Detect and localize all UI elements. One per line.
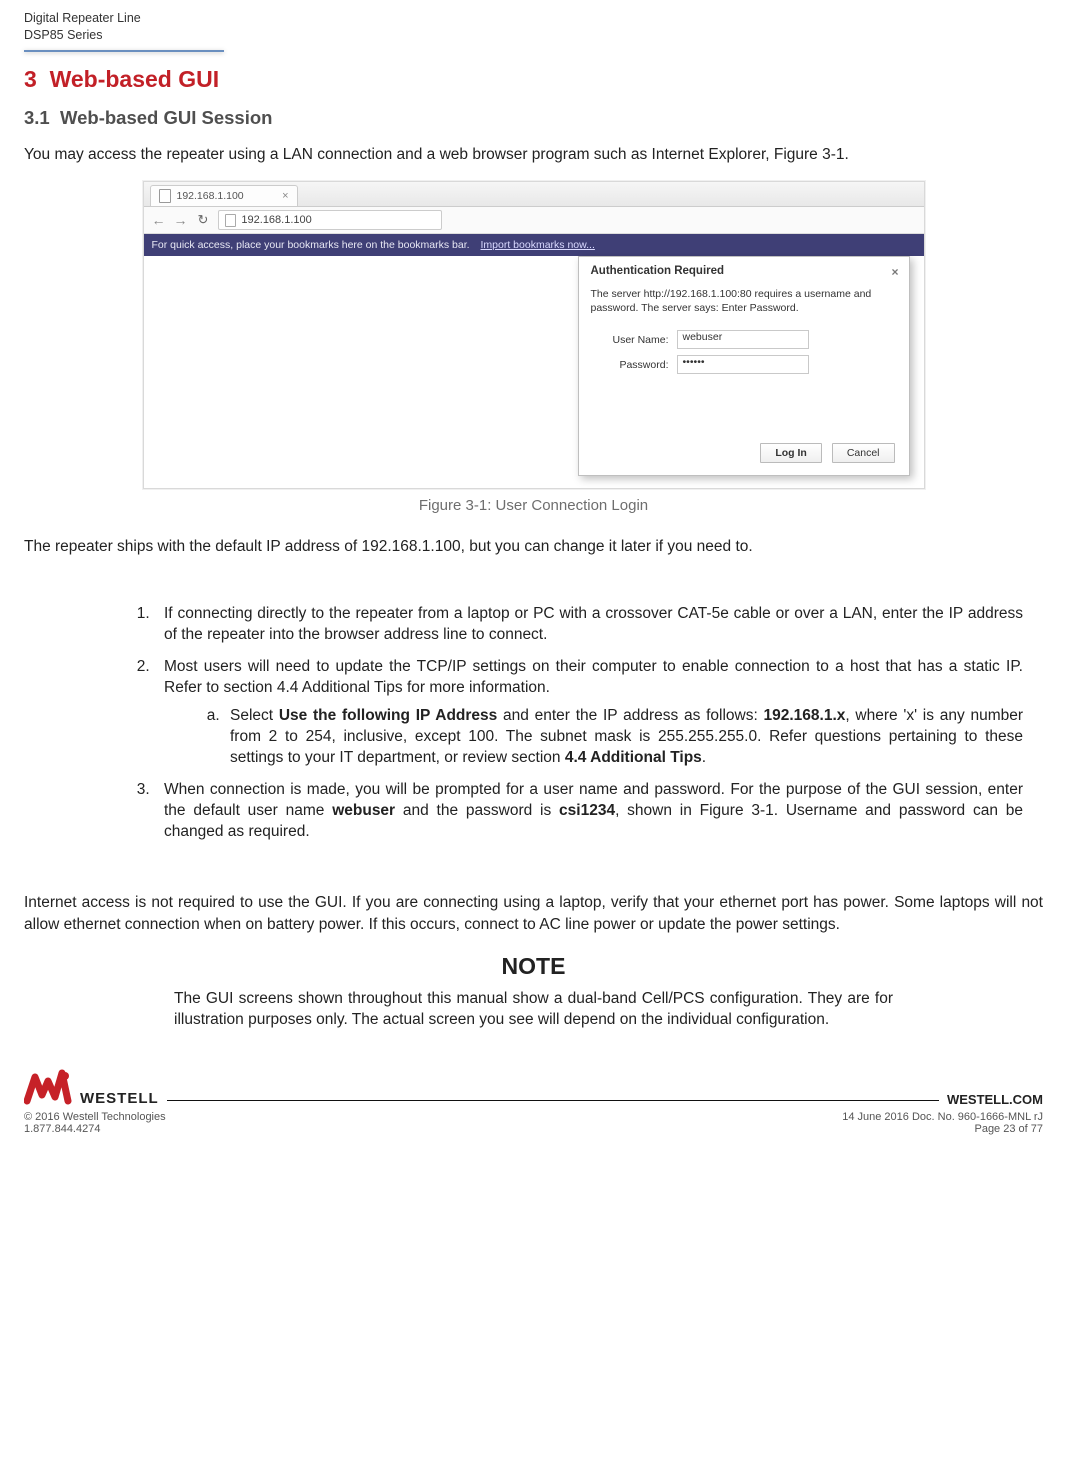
default-ip-paragraph: The repeater ships with the default IP a… [24, 536, 1043, 557]
westell-logo-icon [24, 1067, 78, 1109]
step-2-text: Most users will need to update the TCP/I… [164, 658, 1023, 696]
password-input[interactable]: •••••• [677, 355, 809, 374]
note-body: The GUI screens shown throughout this ma… [24, 988, 1043, 1031]
step-2a-mid1: and enter the IP address as follows: [497, 707, 763, 724]
step-2a: Select Use the following IP Address and … [224, 705, 1023, 769]
import-bookmarks-link[interactable]: Import bookmarks now... [481, 239, 595, 251]
auth-dialog: Authentication Required × The server htt… [578, 256, 910, 476]
forward-icon[interactable]: → [174, 213, 188, 227]
subsection-heading: 3.1 Web-based GUI Session [24, 107, 1043, 129]
footer-phone: 1.877.844.4274 [24, 1123, 100, 1135]
dialog-title-text: Authentication Required [591, 265, 725, 279]
section-number: 3 [24, 66, 37, 92]
browser-tabstrip: 192.168.1.100 × [144, 182, 924, 207]
section-title-text: Web-based GUI [50, 66, 220, 92]
back-icon[interactable]: ← [152, 213, 166, 227]
login-button[interactable]: Log In [760, 443, 822, 463]
intro-paragraph: You may access the repeater using a LAN … [24, 144, 1043, 165]
note-heading: NOTE [24, 953, 1043, 980]
tab-close-icon[interactable]: × [282, 190, 288, 202]
step-3-bold2: csi1234 [559, 802, 615, 819]
step-2-sublist: Select Use the following IP Address and … [164, 705, 1023, 769]
reload-icon[interactable]: ↻ [198, 212, 209, 228]
westell-logo-text: WESTELL [78, 1090, 159, 1109]
footer-rule [167, 1100, 939, 1101]
step-2a-bold1: Use the following IP Address [279, 707, 497, 724]
step-2a-pre: Select [230, 707, 279, 724]
dialog-message: The server http://192.168.1.100:80 requi… [579, 281, 909, 327]
step-2: Most users will need to update the TCP/I… [154, 656, 1023, 769]
subsection-title-text: Web-based GUI Session [60, 107, 272, 128]
header-rule [24, 50, 224, 52]
footer-page: Page 23 of 77 [974, 1123, 1043, 1135]
bookmarks-bar: For quick access, place your bookmarks h… [144, 234, 924, 256]
doc-header-line1: Digital Repeater Line [24, 10, 1043, 27]
subsection-number: 3.1 [24, 107, 50, 128]
username-label: User Name: [591, 334, 669, 346]
step-3: When connection is made, you will be pro… [154, 779, 1023, 843]
tab-title: 192.168.1.100 [177, 190, 244, 202]
footer-docnum: 14 June 2016 Doc. No. 960-1666-MNL rJ [842, 1111, 1043, 1123]
internet-paragraph: Internet access is not required to use t… [24, 892, 1043, 935]
url-text: 192.168.1.100 [241, 214, 311, 226]
footer-copyright: © 2016 Westell Technologies [24, 1111, 166, 1123]
url-input[interactable]: 192.168.1.100 [218, 210, 442, 230]
step-3-bold1: webuser [332, 802, 395, 819]
bookmarks-hint: For quick access, place your bookmarks h… [152, 239, 470, 251]
step-2a-bold3: 4.4 Additional Tips [565, 749, 702, 766]
step-3-mid: and the password is [395, 802, 559, 819]
doc-header-line2: DSP85 Series [24, 27, 1043, 44]
step-2a-end: . [702, 749, 706, 766]
dialog-close-icon[interactable]: × [891, 265, 898, 279]
section-heading: 3 Web-based GUI [24, 66, 1043, 93]
username-input[interactable]: webuser [677, 330, 809, 349]
browser-toolbar: ← → ↻ 192.168.1.100 [144, 207, 924, 234]
figure-caption: Figure 3-1: User Connection Login [24, 497, 1043, 514]
cancel-button[interactable]: Cancel [832, 443, 895, 463]
page-icon [159, 189, 171, 203]
page-footer: WESTELL WESTELL.COM © 2016 Westell Techn… [24, 1067, 1043, 1135]
footer-site: WESTELL.COM [939, 1092, 1043, 1109]
password-label: Password: [591, 359, 669, 371]
steps-list: If connecting directly to the repeater f… [24, 603, 1043, 843]
page-icon [225, 214, 236, 227]
figure-browser-window: 192.168.1.100 × ← → ↻ 192.168.1.100 For … [143, 181, 925, 489]
page-canvas: Authentication Required × The server htt… [144, 256, 924, 488]
step-2a-bold2: 192.168.1.x [764, 707, 846, 724]
step-1: If connecting directly to the repeater f… [154, 603, 1023, 646]
browser-tab[interactable]: 192.168.1.100 × [150, 185, 298, 206]
